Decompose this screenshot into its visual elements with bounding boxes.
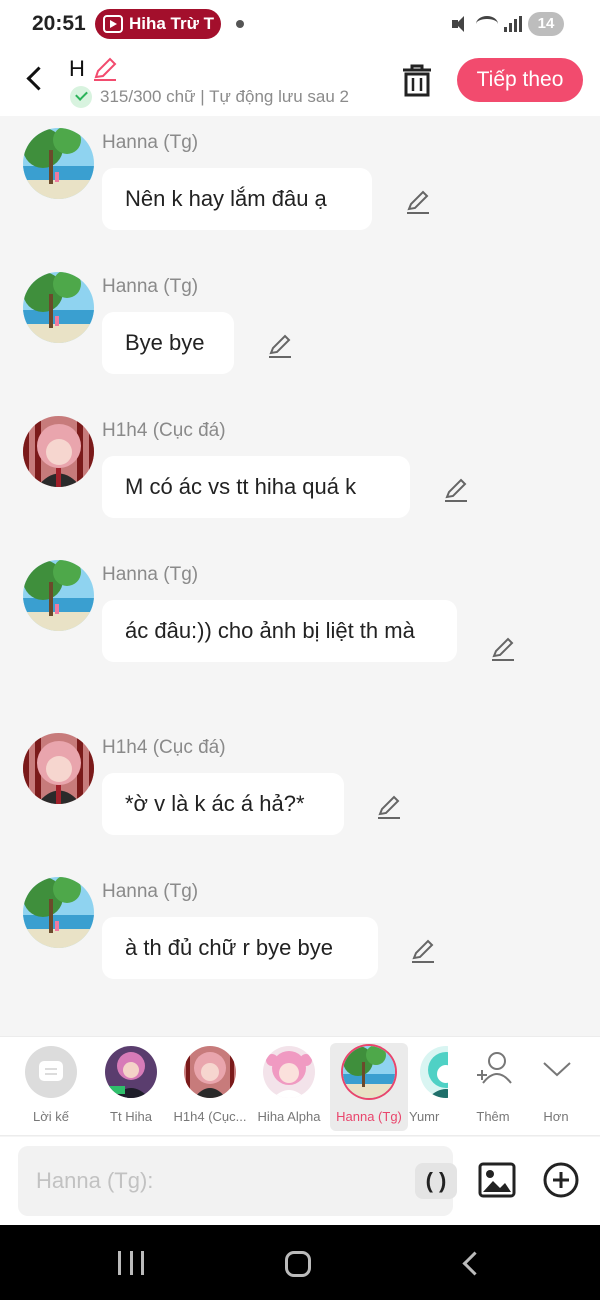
status-bar: 20:51 Hiha Trừ T 14: [0, 0, 600, 50]
app-pill[interactable]: Hiha Trừ T: [95, 9, 221, 39]
edit-title-icon[interactable]: [92, 56, 118, 82]
notification-dot: [236, 20, 244, 28]
character-label: Hanna (Tg): [336, 1109, 402, 1124]
character-avatar: [343, 1046, 395, 1098]
sender-name: H1h4 (Cục đá): [102, 737, 226, 758]
mute-icon: [452, 15, 470, 33]
more-label: Hơn: [543, 1109, 569, 1124]
message-bubble[interactable]: Nên k hay lắm đâu ạ: [102, 168, 372, 230]
wifi-icon: [476, 16, 498, 32]
check-icon: [70, 86, 92, 108]
app-pill-label: Hiha Trừ T: [129, 14, 215, 33]
suggest-button[interactable]: Lời kế: [12, 1043, 90, 1131]
message-bubble[interactable]: Bye bye: [102, 312, 234, 374]
character-label: H1h4 (Cục...: [173, 1109, 247, 1124]
play-icon: [103, 15, 123, 33]
plus-circle-icon[interactable]: [542, 1161, 580, 1199]
character-avatar: [263, 1046, 315, 1098]
back-button[interactable]: [18, 62, 52, 96]
edit-icon[interactable]: [267, 333, 293, 359]
chat-bubble-icon: [25, 1046, 77, 1098]
message-input-box[interactable]: ( ): [18, 1146, 457, 1216]
home-icon[interactable]: [285, 1251, 311, 1277]
landscape-avatar[interactable]: [23, 128, 94, 199]
nav-back-icon[interactable]: [460, 1252, 482, 1274]
pink-hair-avatar[interactable]: [23, 733, 94, 804]
sender-name: Hanna (Tg): [102, 276, 199, 297]
recents-icon[interactable]: [118, 1251, 144, 1275]
character-avatar: [184, 1046, 236, 1098]
save-status: 315/300 chữ | Tự động lưu sau 2: [70, 86, 375, 108]
sender-name: Hanna (Tg): [102, 881, 199, 902]
message-bubble[interactable]: *ờ v là k ác á hả?*: [102, 773, 344, 835]
message-input[interactable]: [36, 1164, 396, 1198]
sender-name: Hanna (Tg): [102, 564, 199, 585]
image-icon[interactable]: [478, 1161, 516, 1199]
system-nav-bar: [0, 1225, 600, 1300]
action-toggle-button[interactable]: ( ): [415, 1163, 457, 1199]
character-label: Hiha Alpha: [257, 1109, 321, 1124]
editor-header: H 315/300 chữ | Tự động lưu sau 2 Tiếp t…: [0, 50, 600, 116]
add-character-button[interactable]: Thêm: [463, 1047, 523, 1127]
character-avatar: [420, 1046, 448, 1098]
landscape-avatar[interactable]: [23, 877, 94, 948]
message-bubble[interactable]: ác đâu:)) cho ảnh bị liệt th mà: [102, 600, 457, 662]
message-bubble[interactable]: à th đủ chữ r bye bye: [102, 917, 378, 979]
add-label: Thêm: [476, 1109, 510, 1124]
character-yumr[interactable]: Yumr: [408, 1043, 448, 1131]
edit-icon[interactable]: [443, 477, 469, 503]
more-button[interactable]: Hơn: [526, 1047, 586, 1127]
edit-icon[interactable]: [410, 938, 436, 964]
character-label: Tt Hiha: [110, 1109, 152, 1124]
sender-name: H1h4 (Cục đá): [102, 420, 226, 441]
landscape-avatar[interactable]: [23, 272, 94, 343]
signal-icon: [504, 16, 522, 32]
add-person-icon: [477, 1052, 512, 1084]
character-h1h4[interactable]: H1h4 (Cục...: [171, 1043, 249, 1131]
message-bubble[interactable]: M có ác vs tt hiha quá k: [102, 456, 410, 518]
delete-button[interactable]: [400, 62, 434, 98]
status-time: 20:51: [32, 12, 86, 35]
edit-icon[interactable]: [376, 794, 402, 820]
word-count: 315/300 chữ | Tự động lưu sau 2: [100, 87, 350, 106]
composer: ( ): [0, 1137, 600, 1225]
character-hanna[interactable]: Hanna (Tg): [330, 1043, 408, 1131]
pink-hair-avatar[interactable]: [23, 416, 94, 487]
story-title: H: [69, 56, 85, 81]
battery-indicator: 14: [528, 12, 564, 36]
chat-list[interactable]: Hanna (Tg) Nên k hay lắm đâu ạ Hanna (Tg…: [0, 116, 600, 1036]
character-label: Lời kế: [33, 1109, 69, 1124]
next-button[interactable]: Tiếp theo: [457, 58, 583, 102]
landscape-avatar[interactable]: [23, 560, 94, 631]
edit-icon[interactable]: [490, 636, 516, 662]
character-label: Yumr: [409, 1109, 440, 1124]
chevron-down-icon: [543, 1062, 571, 1077]
character-tt-hiha[interactable]: Tt Hiha: [92, 1043, 170, 1131]
character-bar: Lời kế Tt Hiha H1h4 (Cục... Hiha Alpha H…: [0, 1036, 600, 1136]
sender-name: Hanna (Tg): [102, 132, 199, 153]
character-hiha-alpha[interactable]: Hiha Alpha: [250, 1043, 328, 1131]
edit-icon[interactable]: [405, 189, 431, 215]
character-avatar: [105, 1046, 157, 1098]
